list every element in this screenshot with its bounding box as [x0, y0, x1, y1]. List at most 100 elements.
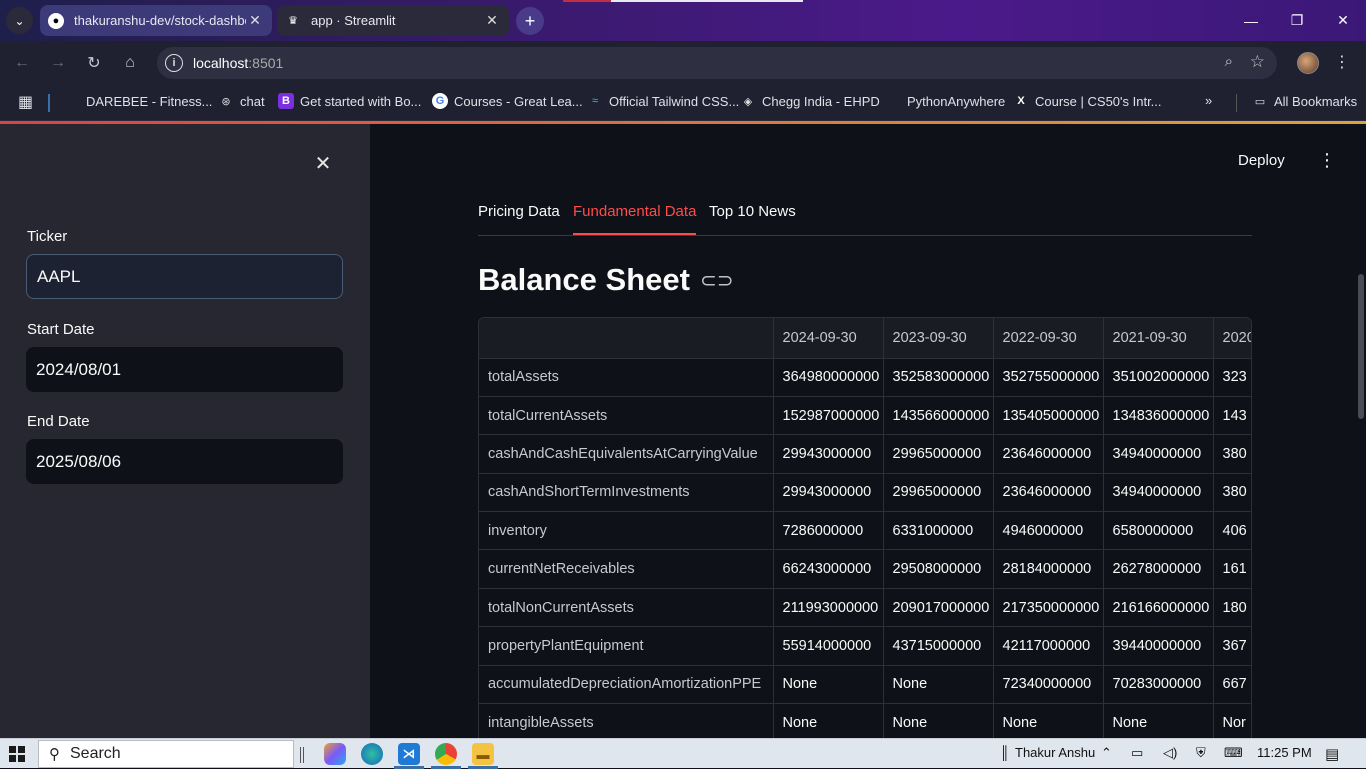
table-cell[interactable]: 211993000000 [773, 588, 884, 628]
apps-grid-icon[interactable]: ▦ [18, 92, 33, 112]
table-cell[interactable]: 352583000000 [883, 358, 994, 397]
row-index-cell[interactable]: totalNonCurrentAssets [479, 588, 774, 628]
table-cell[interactable]: 380 [1213, 473, 1251, 513]
table-cell[interactable]: 152987000000 [773, 396, 884, 436]
bookmark-item[interactable]: ≈ Official Tailwind CSS... [587, 93, 739, 109]
table-cell[interactable]: 72340000000 [993, 665, 1104, 705]
row-index-cell[interactable]: intangibleAssets [479, 703, 774, 738]
close-sidebar-button[interactable]: ✕ [312, 152, 334, 175]
minimize-window-button[interactable]: — [1228, 0, 1274, 41]
home-button[interactable]: ⌂ [117, 50, 143, 76]
table-cell[interactable]: 29965000000 [883, 434, 994, 474]
start-date-input[interactable]: 2024/08/01 [26, 347, 343, 392]
column-header[interactable]: 2021-09-30 [1103, 318, 1214, 359]
table-cell[interactable]: 161 [1213, 549, 1251, 589]
table-cell[interactable]: 55914000000 [773, 626, 884, 666]
restore-window-button[interactable]: ❐ [1274, 0, 1320, 41]
table-cell[interactable]: 323 [1213, 358, 1251, 397]
table-cell[interactable]: 29943000000 [773, 473, 884, 513]
all-bookmarks-button[interactable]: ▭ All Bookmarks [1252, 93, 1357, 109]
table-cell[interactable]: 34940000000 [1103, 434, 1214, 474]
row-index-cell[interactable]: totalAssets [479, 358, 774, 397]
row-index-cell[interactable]: cashAndCashEquivalentsAtCarryingValue [479, 434, 774, 474]
close-icon[interactable]: ✕ [246, 12, 264, 29]
table-cell[interactable]: 180 [1213, 588, 1251, 628]
end-date-input[interactable]: 2025/08/06 [26, 439, 343, 484]
taskbar-search[interactable]: ⚲ Search [38, 740, 294, 768]
tab-search-menu-button[interactable]: ⌄ [6, 7, 33, 34]
column-header[interactable]: 2022-09-30 [993, 318, 1104, 359]
table-cell[interactable]: 217350000000 [993, 588, 1104, 628]
table-cell[interactable]: 352755000000 [993, 358, 1104, 397]
browser-tab-github[interactable]: ● thakuranshu-dev/stock-dashbo ✕ [40, 5, 272, 36]
bookmark-item[interactable]: PythonAnywhere [885, 93, 1005, 109]
table-cell[interactable]: 134836000000 [1103, 396, 1214, 436]
file-explorer-icon[interactable]: ▬ [472, 743, 494, 765]
table-cell[interactable]: 367 [1213, 626, 1251, 666]
browser-tab-streamlit[interactable]: ♛ app · Streamlit ✕ [277, 5, 509, 36]
clock[interactable]: 11:25 PM [1257, 745, 1312, 760]
table-cell[interactable]: 216166000000 [1103, 588, 1214, 628]
row-index-cell[interactable]: totalCurrentAssets [479, 396, 774, 436]
table-cell[interactable]: 42117000000 [993, 626, 1104, 666]
bookmark-item[interactable]: G Courses - Great Lea... [432, 93, 583, 109]
table-cell[interactable]: 143 [1213, 396, 1251, 436]
battery-icon[interactable]: ▭ [1131, 745, 1143, 761]
bookmark-star-icon[interactable]: ☆ [1250, 52, 1265, 72]
table-cell[interactable]: 70283000000 [1103, 665, 1214, 705]
close-window-button[interactable]: ✕ [1320, 0, 1366, 41]
forward-button[interactable]: → [45, 50, 71, 76]
table-cell[interactable]: 29508000000 [883, 549, 994, 589]
table-cell[interactable]: 4946000000 [993, 511, 1104, 551]
bookmark-item[interactable]: ◈ Chegg India - EHPD [740, 93, 880, 109]
taskbar-user[interactable]: Thakur Anshu [1015, 745, 1095, 760]
table-cell[interactable]: 43715000000 [883, 626, 994, 666]
column-header[interactable] [479, 318, 774, 359]
column-header[interactable]: 2024-09-30 [773, 318, 884, 359]
profile-avatar[interactable] [1297, 52, 1319, 74]
main-menu-icon[interactable]: ⋮ [1318, 150, 1336, 171]
deploy-button[interactable]: Deploy [1238, 152, 1285, 169]
vscode-icon[interactable]: ⋊ [398, 743, 420, 765]
page-scrollbar[interactable] [1356, 124, 1366, 738]
scrollbar-thumb[interactable] [1358, 274, 1364, 419]
table-cell[interactable]: None [883, 665, 994, 705]
table-cell[interactable]: 28184000000 [993, 549, 1104, 589]
table-cell[interactable]: 364980000000 [773, 358, 884, 397]
address-bar[interactable]: i localhost:8501 ⌕ ☆ [157, 47, 1277, 79]
table-cell[interactable]: 23646000000 [993, 434, 1104, 474]
back-button[interactable]: ← [9, 50, 35, 76]
row-index-cell[interactable]: currentNetReceivables [479, 549, 774, 589]
reload-button[interactable]: ↻ [81, 50, 107, 76]
volume-icon[interactable]: ◁) [1163, 745, 1177, 761]
bookmark-item[interactable]: ⊛ chat [218, 93, 264, 109]
table-cell[interactable]: 7286000000 [773, 511, 884, 551]
table-cell[interactable]: None [1103, 703, 1214, 738]
table-cell[interactable]: 34940000000 [1103, 473, 1214, 513]
close-icon[interactable]: ✕ [483, 12, 501, 29]
link-icon[interactable]: ⊂⊃ [700, 268, 734, 293]
table-cell[interactable]: 6580000000 [1103, 511, 1214, 551]
bookmark-item[interactable]: DAREBEE - Fitness... [64, 93, 212, 109]
table-cell[interactable]: 23646000000 [993, 473, 1104, 513]
table-cell[interactable]: 66243000000 [773, 549, 884, 589]
table-cell[interactable]: None [883, 703, 994, 738]
table-cell[interactable]: None [773, 703, 884, 738]
copilot-icon[interactable] [324, 743, 346, 765]
table-cell[interactable]: 29943000000 [773, 434, 884, 474]
chevron-up-icon[interactable]: ⌃ [1101, 745, 1112, 761]
table-cell[interactable]: Nor [1213, 703, 1251, 738]
table-cell[interactable]: 209017000000 [883, 588, 994, 628]
more-bookmarks-button[interactable]: » [1205, 93, 1212, 108]
table-cell[interactable]: 351002000000 [1103, 358, 1214, 397]
tab-pricing-data[interactable]: Pricing Data [478, 203, 560, 233]
bookmark-item[interactable]: X Course | CS50's Intr... [1013, 93, 1161, 109]
row-index-cell[interactable]: propertyPlantEquipment [479, 626, 774, 666]
column-header[interactable]: 2023-09-30 [883, 318, 994, 359]
security-icon[interactable]: ⛨ [1196, 745, 1206, 761]
table-cell[interactable]: None [773, 665, 884, 705]
row-index-cell[interactable]: cashAndShortTermInvestments [479, 473, 774, 513]
notifications-icon[interactable]: ▤ [1325, 745, 1339, 763]
table-cell[interactable]: 143566000000 [883, 396, 994, 436]
edge-icon[interactable] [361, 743, 383, 765]
